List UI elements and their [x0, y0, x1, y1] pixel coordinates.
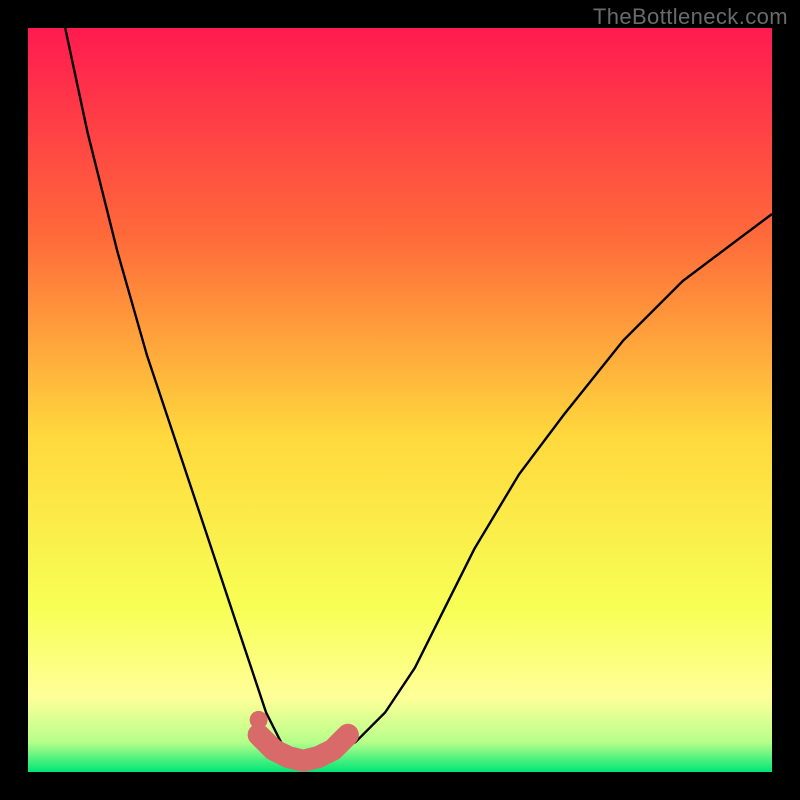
marker-dot-icon [250, 711, 268, 729]
watermark-text: TheBottleneck.com [593, 4, 788, 30]
plot-area [28, 28, 772, 772]
chart-frame: TheBottleneck.com [0, 0, 800, 800]
chart-svg [28, 28, 772, 772]
gradient-background [28, 28, 772, 772]
